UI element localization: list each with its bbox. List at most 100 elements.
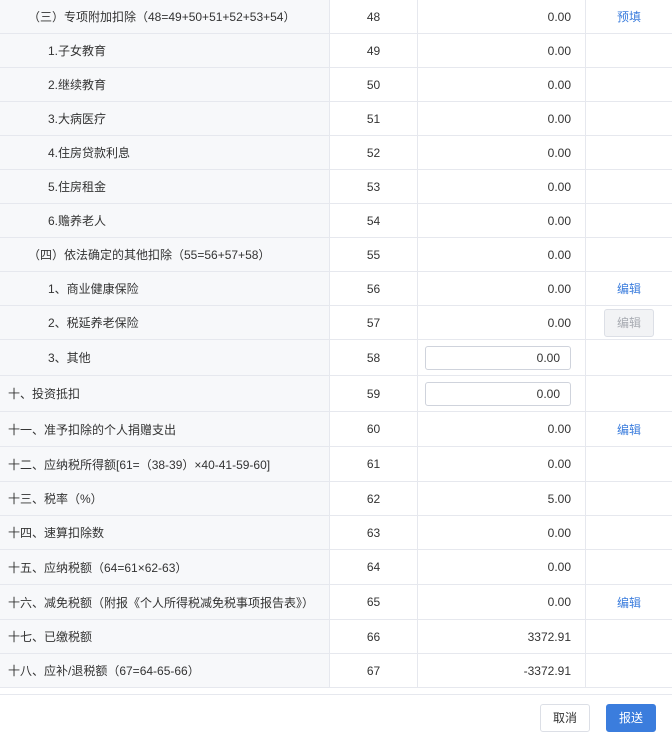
table-row: 十二、应纳税所得额[61=（38-39）×40-41-59-60] 61 0.0…	[0, 447, 672, 482]
row-value: 0.00	[418, 516, 586, 549]
row-label: 十五、应纳税额（64=61×62-63）	[0, 550, 330, 584]
row-value: 0.00	[418, 102, 586, 135]
row-value: 0.00	[418, 34, 586, 67]
table-row: 十六、减免税额（附报《个人所得税减免税事项报告表》） 65 0.00 编辑	[0, 585, 672, 620]
row-value: 0.00	[418, 550, 586, 584]
table-row: 十、投资抵扣 59	[0, 376, 672, 412]
row-label: 十、投资抵扣	[0, 376, 330, 411]
submit-button[interactable]: 报送	[606, 703, 656, 732]
row-number: 64	[330, 550, 418, 584]
row-value: 0.00	[418, 412, 586, 446]
table-row: 十七、已缴税额 66 3372.91	[0, 620, 672, 654]
row-label: 3.大病医疗	[0, 102, 330, 135]
action-cell: 编辑	[586, 412, 672, 446]
table-row: 1.子女教育 49 0.00	[0, 34, 672, 68]
row-number: 59	[330, 376, 418, 411]
action-cell: 预填	[586, 0, 672, 33]
edit-link[interactable]: 编辑	[617, 421, 641, 438]
row-value: 0.00	[418, 204, 586, 237]
row-label: 十三、税率（%）	[0, 482, 330, 515]
action-cell: 编辑	[586, 585, 672, 619]
row-value: 3372.91	[418, 620, 586, 653]
edit-link[interactable]: 编辑	[617, 280, 641, 297]
action-cell	[586, 550, 672, 584]
table-row: 3、其他 58	[0, 340, 672, 376]
row-label: 十六、减免税额（附报《个人所得税减免税事项报告表》）	[0, 585, 330, 619]
row-label: 3、其他	[0, 340, 330, 375]
cancel-button[interactable]: 取消	[540, 703, 590, 732]
row-number: 55	[330, 238, 418, 271]
dialog-footer: 取消 报送	[0, 694, 672, 740]
action-cell	[586, 376, 672, 411]
row-number: 57	[330, 306, 418, 339]
row-label: 6.赡养老人	[0, 204, 330, 237]
action-cell	[586, 620, 672, 653]
action-cell	[586, 204, 672, 237]
action-cell	[586, 170, 672, 203]
action-cell	[586, 447, 672, 481]
edit-link[interactable]: 编辑	[617, 594, 641, 611]
row-number: 52	[330, 136, 418, 169]
row-number: 66	[330, 620, 418, 653]
value-input-cell	[418, 340, 586, 375]
table-row: 2、税延养老保险 57 0.00 编辑	[0, 306, 672, 340]
action-cell	[586, 482, 672, 515]
row-label: （四）依法确定的其他扣除（55=56+57+58）	[0, 238, 330, 271]
row-label: 2.继续教育	[0, 68, 330, 101]
action-cell	[586, 238, 672, 271]
row-label: 十八、应补/退税额（67=64-65-66）	[0, 654, 330, 687]
row-number: 48	[330, 0, 418, 33]
other-deduction-input[interactable]	[425, 345, 571, 370]
tax-deduction-table: （三）专项附加扣除（48=49+50+51+52+53+54） 48 0.00 …	[0, 0, 672, 688]
row-value: 0.00	[418, 306, 586, 339]
table-row: 十五、应纳税额（64=61×62-63） 64 0.00	[0, 550, 672, 585]
action-cell	[586, 102, 672, 135]
row-label: 1、商业健康保险	[0, 272, 330, 305]
row-label: 4.住房贷款利息	[0, 136, 330, 169]
action-cell: 编辑	[586, 272, 672, 305]
table-row: 十八、应补/退税额（67=64-65-66） 67 -3372.91	[0, 654, 672, 688]
row-label: 十二、应纳税所得额[61=（38-39）×40-41-59-60]	[0, 447, 330, 481]
action-cell	[586, 340, 672, 375]
row-number: 54	[330, 204, 418, 237]
investment-deduction-input[interactable]	[425, 381, 571, 406]
action-cell	[586, 68, 672, 101]
row-label: 2、税延养老保险	[0, 306, 330, 339]
row-value: 0.00	[418, 272, 586, 305]
prefill-link[interactable]: 预填	[617, 8, 641, 25]
table-row: 十四、速算扣除数 63 0.00	[0, 516, 672, 550]
row-value: 0.00	[418, 136, 586, 169]
row-number: 61	[330, 447, 418, 481]
row-value: 0.00	[418, 0, 586, 33]
table-row: 3.大病医疗 51 0.00	[0, 102, 672, 136]
table-row: 1、商业健康保险 56 0.00 编辑	[0, 272, 672, 306]
row-value: 0.00	[418, 447, 586, 481]
action-cell	[586, 654, 672, 687]
table-row: 4.住房贷款利息 52 0.00	[0, 136, 672, 170]
row-number: 53	[330, 170, 418, 203]
table-row: 2.继续教育 50 0.00	[0, 68, 672, 102]
row-number: 56	[330, 272, 418, 305]
row-number: 51	[330, 102, 418, 135]
row-label: 十七、已缴税额	[0, 620, 330, 653]
row-number: 60	[330, 412, 418, 446]
table-row: （四）依法确定的其他扣除（55=56+57+58） 55 0.00	[0, 238, 672, 272]
row-label: 5.住房租金	[0, 170, 330, 203]
row-value: 0.00	[418, 238, 586, 271]
row-value: 5.00	[418, 482, 586, 515]
row-label: 十一、准予扣除的个人捐赠支出	[0, 412, 330, 446]
table-row: 十一、准予扣除的个人捐赠支出 60 0.00 编辑	[0, 412, 672, 447]
value-input-cell	[418, 376, 586, 411]
row-number: 62	[330, 482, 418, 515]
action-cell	[586, 136, 672, 169]
row-value: -3372.91	[418, 654, 586, 687]
table-row: 6.赡养老人 54 0.00	[0, 204, 672, 238]
row-number: 67	[330, 654, 418, 687]
row-value: 0.00	[418, 585, 586, 619]
row-number: 63	[330, 516, 418, 549]
table-row: 十三、税率（%） 62 5.00	[0, 482, 672, 516]
table-row: 5.住房租金 53 0.00	[0, 170, 672, 204]
row-label: 1.子女教育	[0, 34, 330, 67]
row-number: 49	[330, 34, 418, 67]
action-cell	[586, 34, 672, 67]
